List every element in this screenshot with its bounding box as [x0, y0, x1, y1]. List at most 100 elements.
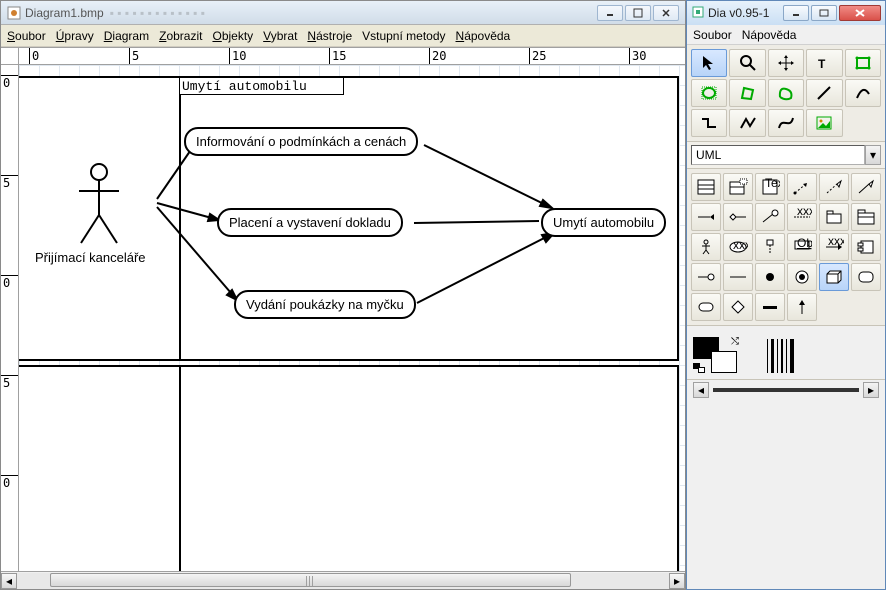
shape-lifeline[interactable]: [755, 233, 785, 261]
toolbox-menu-napoveda[interactable]: Nápověda: [742, 28, 797, 42]
menu-vstupni-metody[interactable]: Vstupní metody: [362, 29, 445, 43]
titlebar-ghost: ▪ ▪ ▪ ▪ ▪ ▪ ▪ ▪ ▪ ▪ ▪ ▪ ▪: [110, 6, 205, 20]
menu-diagram[interactable]: Diagram: [104, 29, 149, 43]
tool-polyline[interactable]: [729, 109, 765, 137]
tool-image[interactable]: [806, 109, 842, 137]
hscroll-thumb[interactable]: [50, 573, 572, 587]
shape-provided-interface[interactable]: [691, 263, 721, 291]
shape-node[interactable]: [819, 263, 849, 291]
shape-large-package[interactable]: [851, 203, 881, 231]
shape-grid: Text xxx xxx Obj xxx: [687, 169, 885, 325]
line-width-row: ◂ ▸: [687, 379, 885, 404]
sheet-dropdown-button[interactable]: ▾: [865, 145, 881, 165]
titlebar[interactable]: Diagram1.bmp ▪ ▪ ▪ ▪ ▪ ▪ ▪ ▪ ▪ ▪ ▪ ▪ ▪: [1, 1, 685, 25]
maximize-button[interactable]: [625, 5, 651, 21]
toolbox-title: Dia v0.95-1: [708, 6, 769, 20]
actor-label[interactable]: Přijímací kanceláře: [35, 250, 146, 265]
shape-object[interactable]: Obj: [787, 233, 817, 261]
shape-note[interactable]: Text: [755, 173, 785, 201]
shape-state[interactable]: [851, 263, 881, 291]
shape-activity[interactable]: [691, 293, 721, 321]
shape-actor[interactable]: [691, 233, 721, 261]
shape-required-interface[interactable]: [723, 263, 753, 291]
menu-upravy[interactable]: Úpravy: [56, 29, 94, 43]
usecase-placeni[interactable]: Placení a vystavení dokladu: [217, 208, 403, 237]
shape-component[interactable]: [851, 233, 881, 261]
toolbox-close-button[interactable]: [839, 5, 881, 21]
ruler-horizontal: 0 5 10 15 20 25 30: [1, 47, 685, 65]
swap-colors-icon[interactable]: ⤭: [731, 336, 739, 347]
tool-ellipse[interactable]: [691, 79, 727, 107]
svg-text:xxx: xxx: [733, 238, 748, 252]
linewidth-increase-button[interactable]: ▸: [863, 382, 879, 398]
menu-napoveda[interactable]: Nápověda: [456, 29, 511, 43]
reset-colors-icon[interactable]: [693, 363, 705, 373]
menu-vybrat[interactable]: Vybrat: [263, 29, 297, 43]
shape-branch[interactable]: [723, 293, 753, 321]
svg-text:Text: Text: [765, 178, 780, 190]
linewidth-decrease-button[interactable]: ◂: [693, 382, 709, 398]
app-icon: [7, 6, 21, 20]
toolbox-titlebar[interactable]: Dia v0.95-1: [687, 1, 885, 25]
shape-realizes[interactable]: [819, 173, 849, 201]
tool-zoom[interactable]: [729, 49, 765, 77]
shape-template-class[interactable]: [723, 173, 753, 201]
usecase-vydani[interactable]: Vydání poukázky na myčku: [234, 290, 416, 319]
shape-state-final[interactable]: [787, 263, 817, 291]
shape-constraint[interactable]: xxx: [787, 203, 817, 231]
toolbox-menubar: Soubor Nápověda: [687, 25, 885, 45]
color-well: ⤭: [687, 325, 885, 379]
svg-text:xxx: xxx: [797, 208, 812, 218]
toolbox-menu-soubor[interactable]: Soubor: [693, 28, 732, 42]
menu-soubor[interactable]: Soubor: [7, 29, 46, 43]
toolbox-maximize-button[interactable]: [811, 5, 837, 21]
toolbox-minimize-button[interactable]: [783, 5, 809, 21]
usecase-umyti[interactable]: Umytí automobilu: [541, 208, 666, 237]
tool-arc[interactable]: [845, 79, 881, 107]
usecase-informovani[interactable]: Informování o podmínkách a cenách: [184, 127, 418, 156]
tool-pointer[interactable]: [691, 49, 727, 77]
shape-message[interactable]: xxx: [819, 233, 849, 261]
linewidth-preview: [713, 388, 859, 392]
tool-zigzag[interactable]: [691, 109, 727, 137]
svg-text:T: T: [818, 57, 826, 71]
toolbox-window: Dia v0.95-1 Soubor Nápověda T UML ▾ Text: [686, 0, 886, 590]
bg-color-swatch[interactable]: [711, 351, 737, 373]
tool-box[interactable]: [845, 49, 881, 77]
shape-fork[interactable]: [755, 293, 785, 321]
shape-association[interactable]: [691, 203, 721, 231]
ruler-vertical: 0 5 0 5 0: [1, 65, 19, 571]
svg-text:Obj: Obj: [797, 238, 812, 250]
frame-title[interactable]: Umytí automobilu: [179, 77, 344, 95]
line-style-preview[interactable]: [767, 339, 817, 373]
shape-generalization[interactable]: [851, 173, 881, 201]
tool-beziergon[interactable]: [768, 79, 804, 107]
shape-usecase[interactable]: xxx: [723, 233, 753, 261]
tool-text[interactable]: T: [806, 49, 842, 77]
tool-scroll[interactable]: [768, 49, 804, 77]
shape-aggregation[interactable]: [723, 203, 753, 231]
shape-implements[interactable]: [755, 203, 785, 231]
tool-line[interactable]: [806, 79, 842, 107]
tool-polygon[interactable]: [729, 79, 765, 107]
menu-objekty[interactable]: Objekty: [212, 29, 253, 43]
svg-text:xxx: xxx: [828, 238, 844, 248]
scroll-right-button[interactable]: ▸: [669, 573, 685, 589]
scroll-left-button[interactable]: ◂: [1, 573, 17, 589]
menu-nastroje[interactable]: Nástroje: [307, 29, 352, 43]
shape-dependency[interactable]: [787, 173, 817, 201]
shape-transition[interactable]: [787, 293, 817, 321]
canvas[interactable]: Umytí automobilu: [19, 65, 685, 571]
close-button[interactable]: [653, 5, 679, 21]
tool-grid: T: [687, 45, 885, 141]
sheet-selector: UML ▾: [687, 141, 885, 169]
minimize-button[interactable]: [597, 5, 623, 21]
tool-bezier[interactable]: [768, 109, 804, 137]
shape-state-initial[interactable]: [755, 263, 785, 291]
hscrollbar[interactable]: ◂ ▸: [1, 571, 685, 589]
shape-small-package[interactable]: [819, 203, 849, 231]
main-menubar: Soubor Úpravy Diagram Zobrazit Objekty V…: [1, 25, 685, 47]
menu-zobrazit[interactable]: Zobrazit: [159, 29, 202, 43]
shape-class[interactable]: [691, 173, 721, 201]
sheet-combo[interactable]: UML: [691, 145, 865, 165]
